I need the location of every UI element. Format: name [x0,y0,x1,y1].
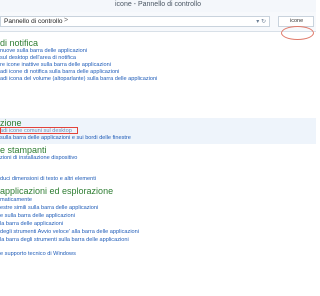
result-link[interactable]: e supporto tecnico di Windows [0,251,76,257]
address-bar: Pannello di controllo > ▾ ↻ icone [0,12,316,40]
result-link[interactable]: la barra delle applicazioni [0,221,63,227]
result-link[interactable]: duci dimensioni di testo e altri element… [0,176,96,182]
result-link[interactable]: adi icona del volume (altoparlante) sull… [0,76,157,82]
section-title-stampanti: e stampanti [0,145,47,155]
result-link[interactable]: maticamente [0,197,32,203]
results-area: di notifica nuove sulla barra delle appl… [0,31,316,296]
result-link[interactable]: sul desktop dell'area di notifica [0,55,76,61]
result-link[interactable]: la barra degli strumenti sulla barra del… [0,237,129,243]
address-field[interactable]: Pannello di controllo > ▾ ↻ [0,16,270,27]
result-link[interactable]: sulla barra delle applicazioni e sui bor… [0,135,131,141]
chevron-right-icon[interactable]: > [64,17,68,24]
search-query[interactable]: icone [290,18,303,24]
result-link[interactable]: e sulla barra delle applicazioni [0,213,75,219]
dropdown-icon[interactable]: ▾ ↻ [256,18,266,25]
result-link[interactable]: nuove sulla barra delle applicazioni [0,48,87,54]
result-link[interactable]: re icone inattive sulla barra delle appl… [0,62,111,68]
section-title-applicazioni: applicazioni ed esplorazione [0,186,114,196]
result-link[interactable]: degli strumenti Avvio veloce' alla barra… [0,229,139,235]
result-link[interactable]: estre simili sulla barra delle applicazi… [0,205,98,211]
result-link[interactable]: adi icone di notifica sulla barra delle … [0,69,119,75]
highlight-box-annotation [0,127,78,134]
breadcrumb[interactable]: Pannello di controllo [4,18,63,25]
section-title-notifica: di notifica [0,38,39,48]
window-title: icone - Pannello di controllo [115,1,201,8]
result-link[interactable]: zioni di installazione dispositivo [0,155,77,161]
